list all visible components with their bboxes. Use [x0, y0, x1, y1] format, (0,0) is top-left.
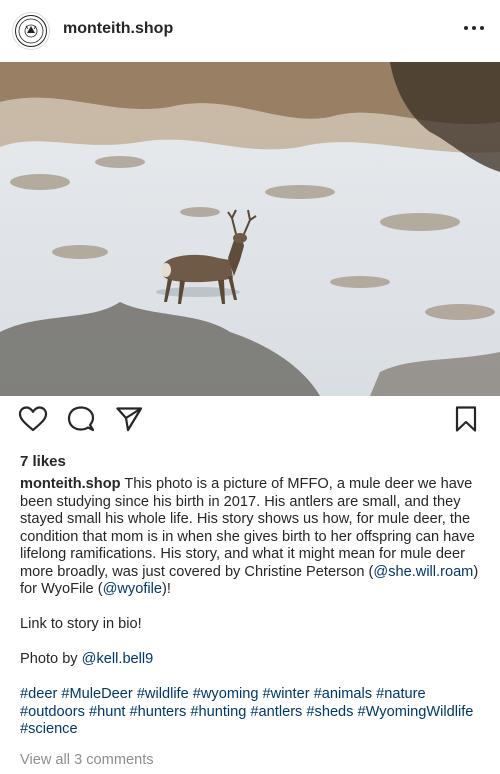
- caption-text: Photo by: [20, 651, 82, 667]
- hashtags[interactable]: #deer #MuleDeer #wildlife #wyoming #wint…: [20, 686, 482, 739]
- comment-icon[interactable]: [67, 405, 95, 438]
- send-icon[interactable]: [115, 405, 143, 438]
- post-actions: [0, 405, 500, 445]
- post-photo[interactable]: [0, 62, 500, 396]
- bookmark-icon[interactable]: [454, 405, 478, 438]
- caption-paragraph: Link to story in bio!: [20, 616, 142, 632]
- avatar[interactable]: [12, 12, 50, 50]
- like-count[interactable]: 7 likes: [20, 453, 66, 470]
- mention-link[interactable]: @wyofile: [103, 581, 162, 597]
- caption-username[interactable]: monteith.shop: [20, 476, 121, 492]
- caption-text: )!: [162, 581, 171, 597]
- avatar-logo: [15, 15, 47, 47]
- mention-link[interactable]: @she.will.roam: [373, 564, 473, 580]
- mention-link[interactable]: @kell.bell9: [82, 651, 154, 667]
- more-icon[interactable]: [464, 26, 484, 30]
- deer-photo-illustration: [0, 62, 500, 396]
- caption-paragraph: monteith.shop This photo is a picture of…: [20, 476, 482, 599]
- caption-paragraph: Photo by @kell.bell9: [20, 651, 482, 669]
- post-header: monteith.shop: [0, 0, 500, 62]
- view-comments-link[interactable]: View all 3 comments: [20, 752, 154, 768]
- post-caption: monteith.shop This photo is a picture of…: [20, 476, 482, 739]
- heart-icon[interactable]: [18, 405, 48, 438]
- header-username[interactable]: monteith.shop: [63, 20, 173, 38]
